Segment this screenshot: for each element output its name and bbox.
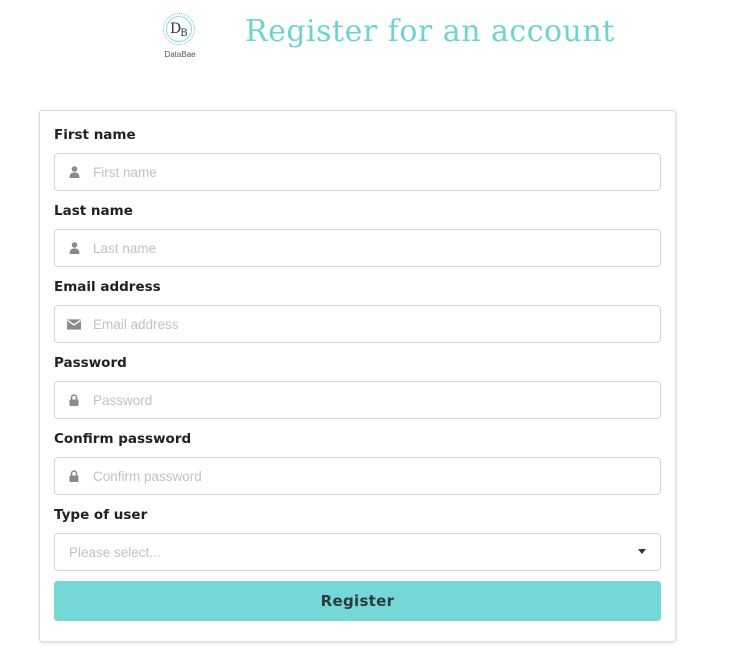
register-page: DB DataBae Register for an account First… [0,0,733,656]
lock-icon [67,469,81,483]
registration-form: First name Last name Email address [39,110,676,642]
user-icon [67,165,81,179]
email-input-wrapper [54,305,661,343]
envelope-icon [67,317,81,331]
page-header: DB DataBae Register for an account [0,0,733,90]
first-name-input-wrapper [54,153,661,191]
page-title: Register for an account [245,14,615,49]
user-type-select[interactable] [54,533,661,571]
first-name-group: First name [54,125,661,191]
user-type-group: Type of user [54,505,661,571]
email-label: Email address [54,279,161,295]
last-name-label: Last name [54,203,133,219]
last-name-group: Last name [54,201,661,267]
password-input-wrapper [54,381,661,419]
user-type-select-value[interactable] [69,534,629,570]
password-group: Password [54,353,661,419]
logo-monogram: DB [170,21,188,39]
register-button[interactable]: Register [54,581,661,621]
user-icon [67,241,81,255]
databae-logo: DB DataBae [160,12,200,90]
confirm-password-group: Confirm password [54,429,661,495]
password-label: Password [54,355,127,371]
lock-icon [67,393,81,407]
user-type-label: Type of user [54,507,148,523]
email-group: Email address [54,277,661,343]
confirm-password-input[interactable] [93,458,653,494]
last-name-input[interactable] [93,230,653,266]
chevron-down-icon[interactable] [638,549,646,554]
password-input[interactable] [93,382,653,418]
confirm-password-input-wrapper [54,457,661,495]
first-name-input[interactable] [93,154,653,190]
logo-text: DataBae [164,50,196,59]
last-name-input-wrapper [54,229,661,267]
first-name-label: First name [54,127,136,143]
confirm-password-label: Confirm password [54,431,192,447]
email-input[interactable] [93,306,653,342]
